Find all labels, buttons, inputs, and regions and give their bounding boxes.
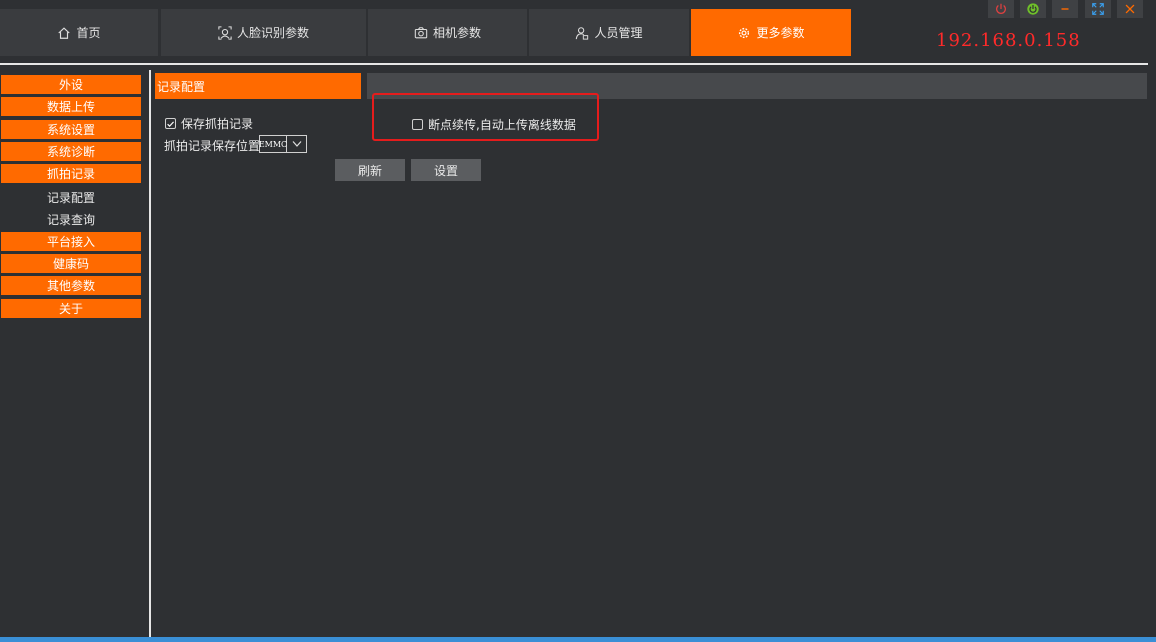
sidebar-divider	[149, 70, 151, 642]
face-recognition-icon	[218, 25, 232, 40]
save-location-label: 抓拍记录保存位置	[164, 139, 261, 153]
gear-icon	[739, 27, 750, 38]
sidebar-item-label: 平台接入	[46, 235, 95, 249]
refresh-button[interactable]: 刷新	[335, 159, 405, 181]
highlight-box	[372, 93, 599, 141]
tab-user-manage[interactable]: 人员管理	[529, 9, 689, 56]
power-icon	[996, 3, 1006, 14]
tab-camera[interactable]: 相机参数	[368, 9, 527, 56]
sidebar-item-about[interactable]: 关于	[1, 299, 141, 319]
chevron-down-icon	[292, 141, 301, 147]
tab-more-params[interactable]: 更多参数	[691, 9, 851, 56]
sidebar-item-label: 关于	[58, 302, 83, 316]
sidebar-item-record-config[interactable]: 记录配置	[1, 187, 141, 207]
ip-address: 192.168.0.158	[936, 30, 1081, 51]
dropdown-arrow[interactable]	[287, 135, 307, 153]
sidebar-item-platform-access[interactable]: 平台接入	[1, 232, 141, 252]
tab-home[interactable]: 首页	[0, 9, 158, 56]
save-record-option[interactable]: 保存抓拍记录	[165, 115, 253, 132]
power-on-icon	[1027, 3, 1039, 15]
tab-camera-label: 相机参数	[432, 26, 481, 40]
save-record-label: 保存抓拍记录	[181, 117, 254, 131]
sidebar-item-label: 记录配置	[46, 190, 95, 205]
tab-user-manage-label: 人员管理	[594, 26, 643, 40]
minimize-icon	[1061, 8, 1069, 10]
sidebar-item-capture-records[interactable]: 抓拍记录	[1, 164, 141, 184]
close-icon	[1125, 4, 1135, 14]
sidebar-item-record-query[interactable]: 记录查询	[1, 209, 141, 229]
tab-face-recognition-label: 人脸识别参数	[236, 26, 309, 40]
save-record-checkbox[interactable]	[165, 118, 176, 129]
sidebar-item-label: 抓拍记录	[46, 167, 95, 181]
sidebar-item-peripherals[interactable]: 外设	[1, 75, 141, 95]
sidebar-item-system-settings[interactable]: 系统设置	[1, 120, 141, 140]
home-icon	[58, 26, 71, 39]
power-on-button[interactable]	[1020, 0, 1046, 18]
sidebar-item-label: 数据上传	[46, 100, 95, 114]
sidebar-item-data-upload[interactable]: 数据上传	[1, 97, 141, 117]
panel-title: 记录配置	[155, 73, 361, 99]
save-location-select[interactable]: EMMC	[259, 135, 309, 153]
minimize-button[interactable]	[1052, 0, 1078, 18]
camera-icon	[414, 26, 428, 38]
sidebar-item-label: 记录查询	[46, 212, 95, 227]
taskbar-edge	[0, 637, 1156, 642]
tab-face-recognition[interactable]: 人脸识别参数	[161, 9, 366, 56]
check-icon	[167, 120, 174, 127]
sidebar-item-label: 其他参数	[46, 279, 95, 293]
fullscreen-icon	[1092, 3, 1104, 15]
power-button[interactable]	[988, 0, 1014, 18]
sidebar-item-health-code[interactable]: 健康码	[1, 254, 141, 274]
save-location-value: EMMC	[259, 135, 287, 153]
sidebar-item-label: 系统诊断	[46, 145, 95, 159]
sidebar-item-label: 系统设置	[46, 123, 95, 137]
user-manage-icon	[576, 26, 589, 40]
close-button[interactable]	[1117, 0, 1143, 18]
tab-more-params-label: 更多参数	[756, 26, 805, 40]
header-divider	[0, 63, 1148, 65]
sidebar-item-other-params[interactable]: 其他参数	[1, 276, 141, 296]
tab-home-label: 首页	[76, 26, 101, 40]
set-button[interactable]: 设置	[411, 159, 481, 181]
top-bar: 首页 人脸识别参数 相机参数 人员管理 更多参数 192.168.0.158	[0, 0, 1156, 62]
sidebar-item-label: 外设	[58, 78, 83, 92]
sidebar-item-label: 健康码	[52, 257, 89, 271]
fullscreen-button[interactable]	[1085, 0, 1111, 18]
sidebar-item-system-diagnosis[interactable]: 系统诊断	[1, 142, 141, 162]
